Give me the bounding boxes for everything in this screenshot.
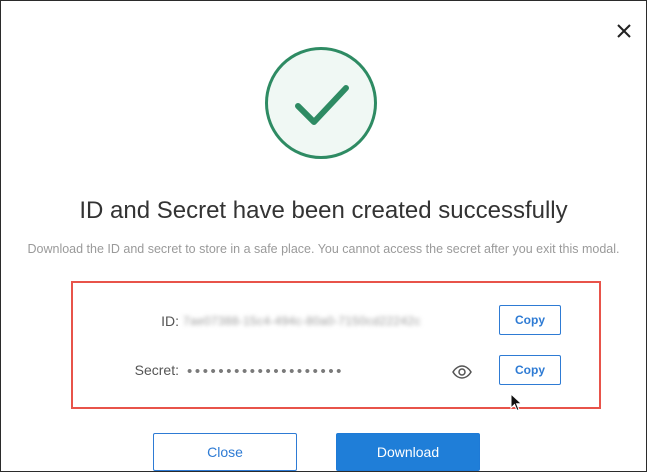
modal-description: Download the ID and secret to store in a… [27, 242, 620, 256]
credentials-panel: ID: 7ae07388-15c4-494c-80a0-7150cd22242c… [71, 281, 601, 409]
close-icon[interactable] [614, 21, 634, 41]
secret-value: •••••••••••••••••••• [187, 363, 345, 380]
eye-icon[interactable] [452, 365, 472, 379]
credentials-created-modal: ID and Secret have been created successf… [0, 0, 647, 472]
success-checkmark-icon [265, 47, 377, 159]
copy-id-button[interactable]: Copy [499, 305, 561, 335]
close-button[interactable]: Close [153, 433, 297, 471]
id-value: 7ae07388-15c4-494c-80a0-7150cd22242c [183, 314, 421, 328]
id-label: ID: [161, 313, 179, 329]
modal-title: ID and Secret have been created successf… [79, 197, 568, 224]
copy-secret-button[interactable]: Copy [499, 355, 561, 385]
secret-label: Secret: [134, 362, 179, 378]
download-button[interactable]: Download [336, 433, 480, 471]
mouse-cursor-icon [510, 392, 524, 418]
